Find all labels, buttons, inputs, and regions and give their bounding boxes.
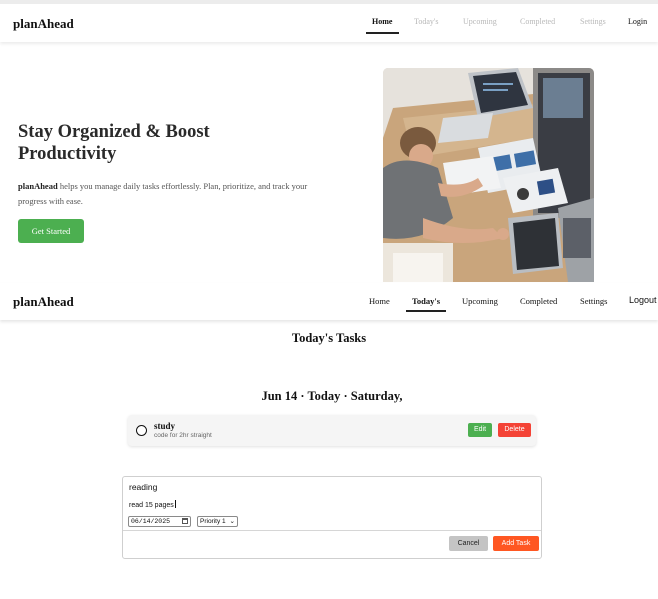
- date-heading: Jun 14 · Today · Saturday,: [261, 389, 403, 403]
- text-cursor: [174, 500, 176, 508]
- hero-image: [383, 68, 594, 282]
- hero-photo-illustration: [383, 68, 594, 282]
- nav-logout[interactable]: Logout: [629, 295, 657, 305]
- active-nav-indicator: [406, 310, 446, 312]
- hero-title-line1: Stay Organized & Boost: [18, 122, 210, 142]
- hero-desc-text: helps you manage daily tasks effortlessl…: [18, 181, 308, 206]
- calendar-icon[interactable]: [182, 518, 188, 524]
- delete-task-button[interactable]: Delete: [498, 423, 531, 437]
- page-title: Today's Tasks: [291, 331, 367, 345]
- nav-home[interactable]: Home: [372, 17, 392, 26]
- hero-description: planAhead helps you manage daily tasks e…: [18, 179, 318, 209]
- add-task-form: reading read 15 pages 06/14/2025 Priorit…: [122, 476, 542, 559]
- task-description-value: read 15 pages: [129, 502, 174, 509]
- empty-circle-icon[interactable]: [136, 425, 147, 436]
- task-item: study code for 2hr straight Edit Delete: [128, 415, 536, 446]
- nav-login[interactable]: Login: [628, 17, 647, 26]
- hero-title: Stay Organized & Boost Productivity: [18, 121, 318, 165]
- cancel-button[interactable]: Cancel: [449, 536, 488, 551]
- hero-title-line2: Productivity: [18, 144, 117, 164]
- nav-settings[interactable]: Settings: [580, 17, 606, 26]
- priority-value: Priority 1: [200, 518, 226, 525]
- get-started-button[interactable]: Get Started: [18, 219, 84, 243]
- hero-desc-brand: planAhead: [18, 181, 58, 191]
- nav-completed[interactable]: Completed: [520, 17, 555, 26]
- nav-upcoming[interactable]: Upcoming: [463, 17, 497, 26]
- task-description: code for 2hr straight: [154, 432, 212, 439]
- nav-home[interactable]: Home: [369, 296, 390, 306]
- app-navbar: planAhead Home Today's Upcoming Complete…: [0, 283, 658, 320]
- nav-settings[interactable]: Settings: [580, 296, 607, 306]
- brand-logo[interactable]: planAhead: [13, 294, 74, 310]
- task-title: study: [154, 421, 176, 431]
- add-task-button[interactable]: Add Task: [493, 536, 539, 551]
- nav-completed[interactable]: Completed: [520, 296, 557, 306]
- landing-navbar: planAhead Home Today's Upcoming Complete…: [0, 4, 658, 42]
- due-date-value: 06/14/2025: [131, 518, 171, 525]
- priority-select[interactable]: Priority 1 ⌄: [197, 516, 238, 527]
- nav-upcoming[interactable]: Upcoming: [462, 296, 498, 306]
- chevron-down-icon: ⌄: [229, 518, 235, 525]
- nav-todays[interactable]: Today's: [414, 17, 438, 26]
- active-nav-indicator: [366, 32, 399, 34]
- edit-task-button[interactable]: Edit: [468, 423, 492, 437]
- task-description-input[interactable]: read 15 pages: [129, 500, 176, 509]
- form-divider: [123, 530, 541, 531]
- nav-todays[interactable]: Today's: [412, 296, 440, 306]
- due-date-input[interactable]: 06/14/2025: [128, 516, 191, 527]
- brand-logo[interactable]: planAhead: [13, 16, 74, 32]
- task-title-input[interactable]: reading: [129, 482, 157, 492]
